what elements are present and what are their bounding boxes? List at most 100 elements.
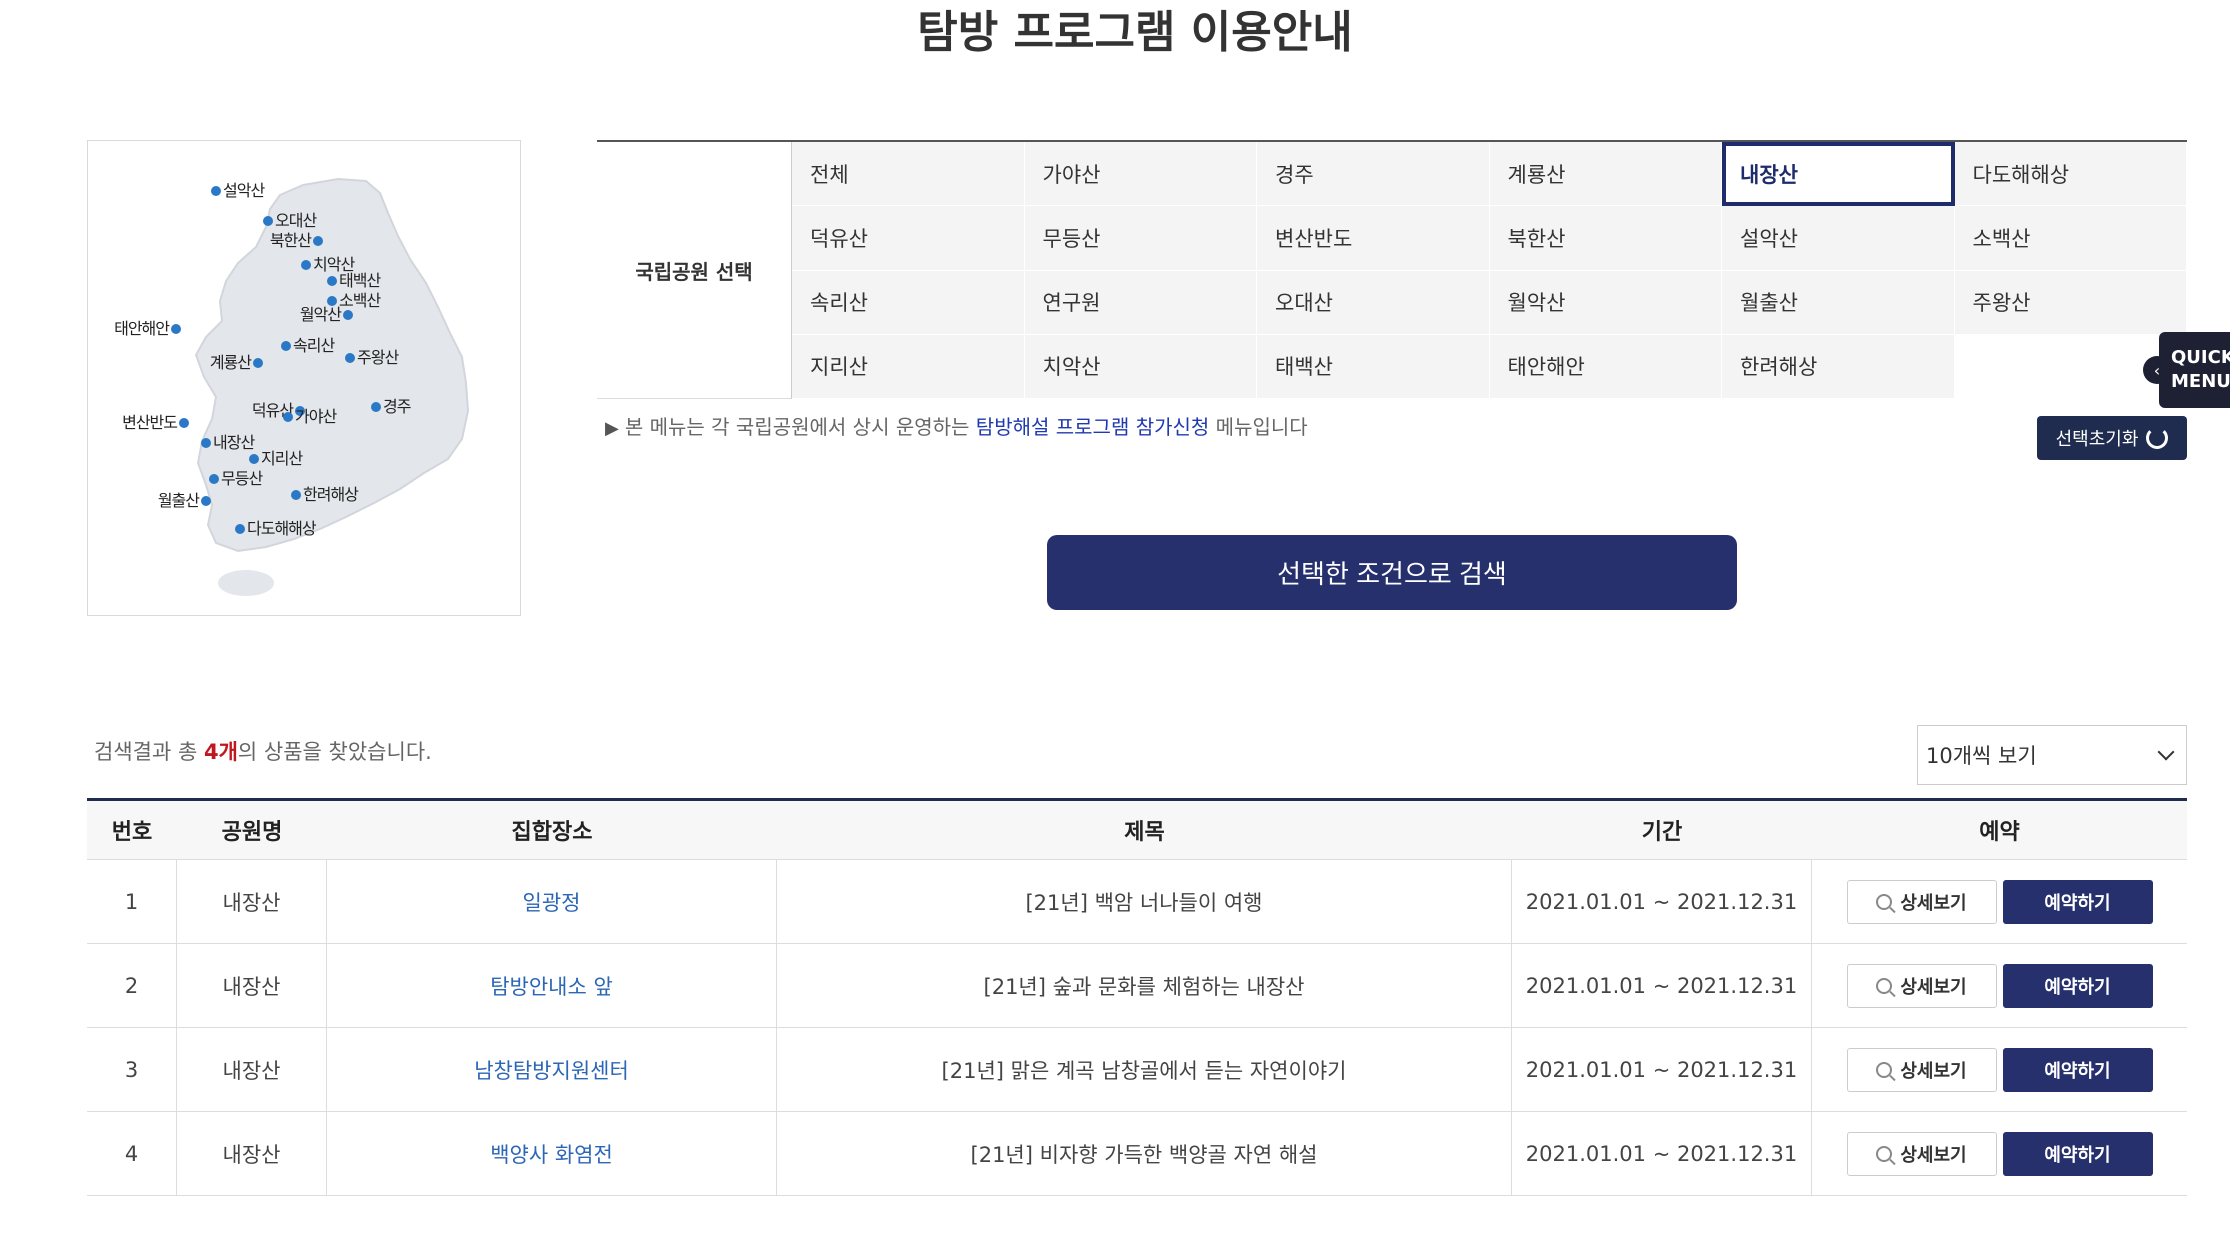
park-option[interactable]: 다도해해상 [1954,142,2187,207]
park-option[interactable]: 변산반도 [1257,206,1490,271]
map-marker-dot[interactable] [209,474,219,484]
map-marker-dot[interactable] [327,276,337,286]
map-label[interactable]: 속리산 [293,336,335,356]
book-button[interactable]: 예약하기 [2002,879,2153,924]
park-filter-panel: 국립공원 선택 전체 가야산 경주 계룡산 내장산 다도해해상 덕유산 무등산 변산반도 북한산 설… [597,140,2187,399]
park-option[interactable]: 주왕산 [1954,270,2187,335]
park-option[interactable]: 무등산 [1024,206,1257,271]
map-label[interactable]: 무등산 [221,469,263,489]
refresh-icon [2146,427,2169,449]
map-label[interactable]: 태안해안 [103,319,170,339]
map-marker-dot[interactable] [211,186,221,196]
map-marker-dot[interactable] [281,341,291,351]
detail-button[interactable]: 상세보기 [1846,1131,1997,1176]
magnifier-icon [1876,1145,1893,1162]
book-button[interactable]: 예약하기 [2002,1131,2153,1176]
quick-menu[interactable]: QUICK MENU [2159,332,2230,408]
reset-selection-button[interactable]: 선택초기화 [2037,416,2187,460]
park-option[interactable]: 태안해안 [1489,334,1722,399]
park-option[interactable]: 설악산 [1722,206,1955,271]
row-park: 내장산 [177,944,327,1027]
map-marker-dot[interactable] [201,438,211,448]
map-label[interactable]: 태백산 [339,271,381,291]
park-option[interactable]: 북한산 [1489,206,1722,271]
detail-label: 상세보기 [1900,892,1967,914]
detail-button[interactable]: 상세보기 [1846,963,1997,1008]
page-title: 탐방 프로그램 이용안내 [917,7,1353,58]
park-option[interactable]: 소백산 [1954,206,2187,271]
map-label[interactable]: 한려해상 [303,485,359,505]
map-marker-dot[interactable] [235,524,245,534]
row-place-link[interactable]: 탐방안내소 앞 [327,944,777,1027]
map-marker-dot[interactable] [201,496,211,506]
park-option[interactable]: 한려해상 [1722,334,1955,399]
map-label[interactable]: 가야산 [295,407,337,427]
map-marker-dot[interactable] [291,490,301,500]
korea-map: 설악산 오대산 북한산 치악산 태백산 소백산 월악산 태안해안 속리산 주왕산 계룡산 경주 덕유산 가… [87,140,521,616]
map-label[interactable]: 오대산 [275,211,317,231]
map-label[interactable]: 내장산 [213,433,255,453]
map-label[interactable]: 월악산 [275,305,342,325]
per-page-select[interactable]: 10개씩 보기 [1917,725,2187,785]
map-label[interactable]: 변산반도 [111,413,178,433]
park-option[interactable]: 지리산 [792,334,1025,399]
map-label[interactable]: 소백산 [339,291,381,311]
park-option[interactable]: 월출산 [1722,270,1955,335]
row-actions: 상세보기 예약하기 [1812,944,2187,1027]
map-marker-dot[interactable] [263,216,273,226]
row-place-link[interactable]: 백양사 화염전 [327,1112,777,1195]
map-label[interactable]: 북한산 [245,231,312,251]
header-place: 집합장소 [511,820,593,845]
park-option[interactable]: 내장산 [1722,142,1955,207]
quick-menu-line1: QUICK [2171,347,2230,368]
header-no: 번호 [111,820,153,845]
map-label[interactable]: 계룡산 [185,353,252,373]
park-option[interactable]: 치악산 [1024,334,1257,399]
row-place-link[interactable]: 남창탐방지원센터 [327,1028,777,1111]
row-park: 내장산 [177,1112,327,1195]
map-marker-dot[interactable] [345,353,355,363]
park-option[interactable]: 경주 [1257,142,1490,207]
park-option[interactable]: 속리산 [792,270,1025,335]
map-marker-dot[interactable] [343,310,353,320]
detail-button[interactable]: 상세보기 [1846,879,1997,924]
map-label[interactable]: 다도해해상 [247,519,317,539]
map-marker-dot[interactable] [253,358,263,368]
result-summary: 검색결과 총 4개의 상품을 찾았습니다. [94,736,432,766]
map-label[interactable]: 주왕산 [357,348,399,368]
park-option[interactable]: 덕유산 [792,206,1025,271]
map-marker-dot[interactable] [249,454,259,464]
map-marker-dot[interactable] [179,418,189,428]
map-marker-dot[interactable] [301,260,311,270]
row-no: 1 [87,860,177,943]
park-option[interactable]: 계룡산 [1489,142,1722,207]
park-option[interactable]: 월악산 [1489,270,1722,335]
search-button[interactable]: 선택한 조건으로 검색 [1047,535,1737,610]
map-label[interactable]: 지리산 [261,449,303,469]
row-period: 2021.01.01 ~ 2021.12.31 [1512,1112,1812,1195]
book-button[interactable]: 예약하기 [2002,1047,2153,1092]
header-title: 제목 [1124,820,1165,845]
park-option[interactable]: 연구원 [1024,270,1257,335]
book-button[interactable]: 예약하기 [2002,963,2153,1008]
map-marker-dot[interactable] [371,402,381,412]
park-option[interactable]: 가야산 [1024,142,1257,207]
park-option[interactable]: 태백산 [1257,334,1490,399]
map-label[interactable]: 월출산 [133,491,200,511]
map-marker-dot[interactable] [283,412,293,422]
map-label[interactable]: 설악산 [223,181,265,201]
row-no: 4 [87,1112,177,1195]
magnifier-icon [1876,893,1893,910]
map-marker-dot[interactable] [313,236,323,246]
park-grid: 전체 가야산 경주 계룡산 내장산 다도해해상덕유산 무등산 변산반도 북한산 설악산 소백산속리산… [792,142,2187,399]
park-option[interactable]: 전체 [792,142,1025,207]
table-header: 번호 공원명 집합장소 제목 기간 예약 [87,798,2187,860]
park-option[interactable]: 오대산 [1257,270,1490,335]
map-marker-dot[interactable] [171,324,181,334]
notice-arrow-icon: ▶ [605,418,619,439]
detail-button[interactable]: 상세보기 [1846,1047,1997,1092]
detail-label: 상세보기 [1900,976,1967,998]
map-label[interactable]: 경주 [383,397,411,417]
row-place-link[interactable]: 일광정 [327,860,777,943]
notice-highlight: 탐방해설 프로그램 참가신청 [975,415,1210,439]
